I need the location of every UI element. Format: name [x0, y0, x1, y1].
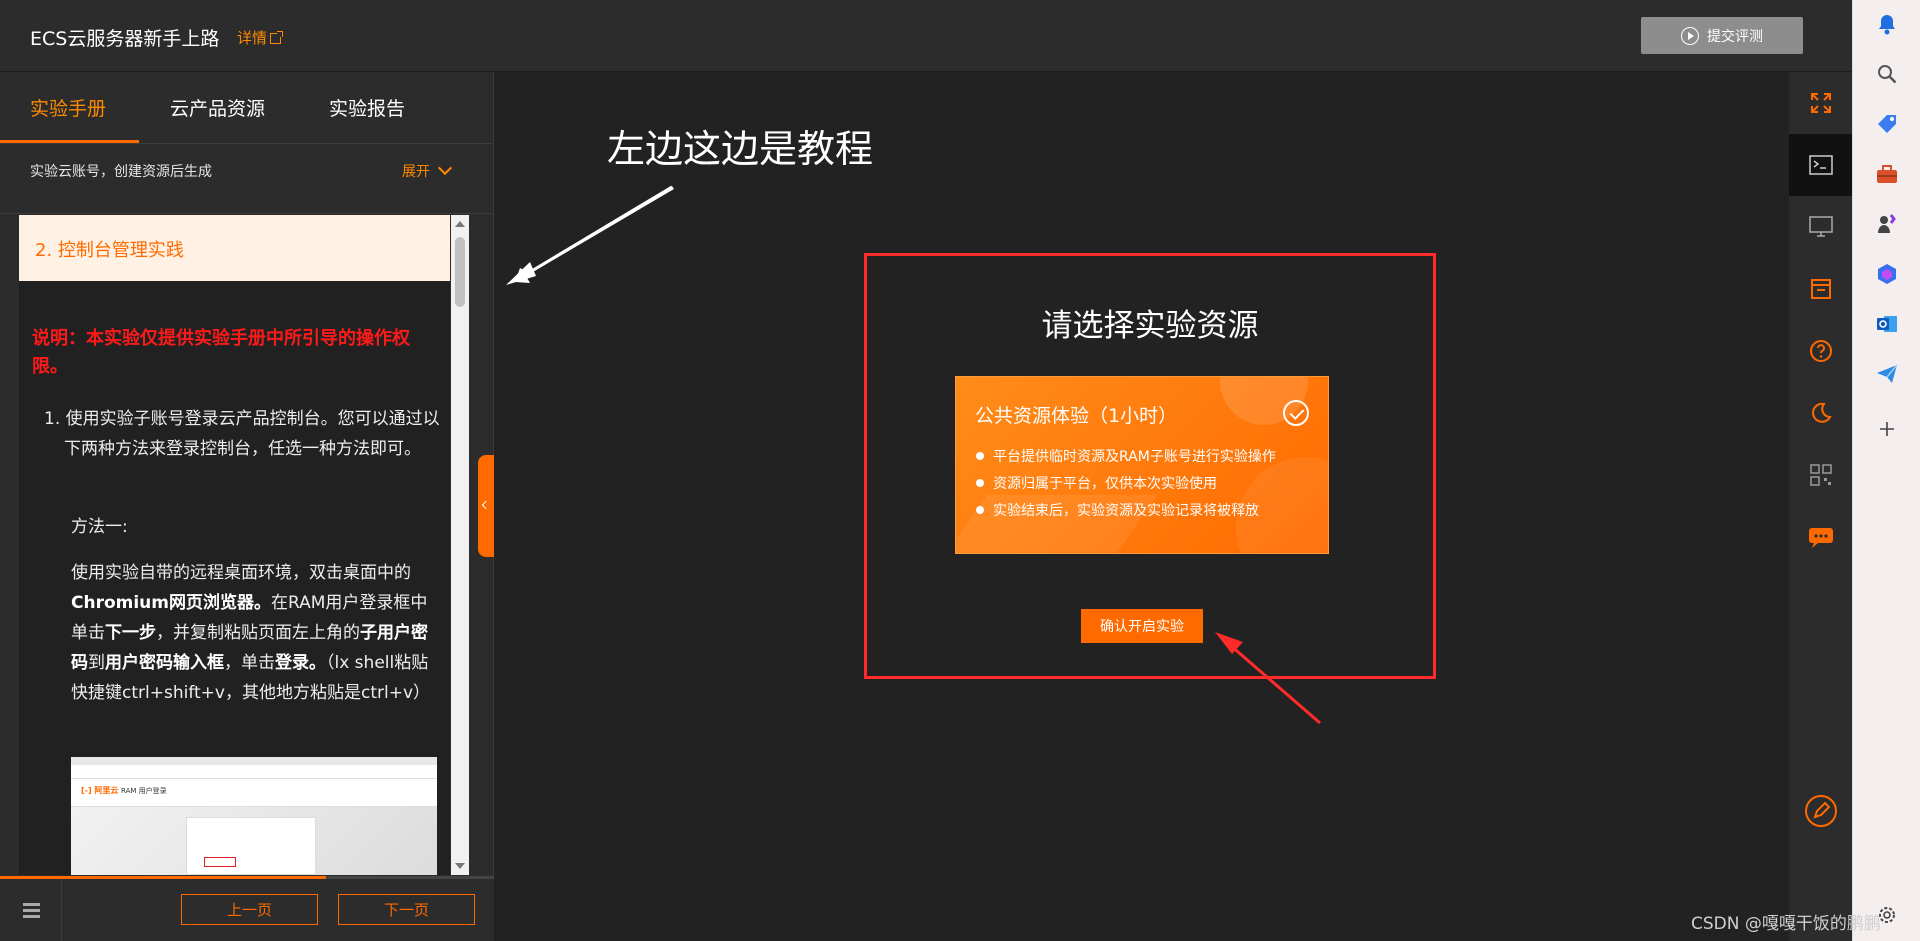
- chat-icon[interactable]: [1789, 506, 1852, 568]
- send-icon[interactable]: [1875, 362, 1899, 386]
- method-label: 方法一:: [71, 517, 128, 537]
- expand-label: 展开: [402, 164, 430, 180]
- terminal-icon[interactable]: [1789, 134, 1852, 196]
- external-link-icon: [270, 31, 284, 44]
- tab-cloud-resources[interactable]: 云产品资源: [170, 94, 265, 121]
- step-1-text: 1. 使用实验子账号登录云产品控制台。您可以通过以下两种方法来登录控制台，任选一…: [44, 409, 440, 459]
- method-1-text: 使用实验自带的远程桌面环境，双击桌面中的Chromium网页浏览器。在RAM用户…: [71, 563, 431, 703]
- plus-icon[interactable]: [1875, 417, 1899, 441]
- search-icon[interactable]: [1875, 62, 1899, 86]
- tab-manual[interactable]: 实验手册: [30, 94, 106, 121]
- resource-bullet: 实验结束后，实验资源及实验记录将被释放: [976, 500, 1259, 520]
- prev-page-button[interactable]: 上一页: [181, 894, 318, 925]
- login-screenshot-image[interactable]: [-] 阿里云 RAM 用户登录: [71, 757, 437, 875]
- resource-choice-title: 请选择实验资源: [1041, 308, 1259, 344]
- resource-card-title: 公共资源体验（1小时）: [975, 405, 1178, 427]
- bell-icon[interactable]: [1875, 12, 1899, 36]
- copilot-icon[interactable]: [1875, 262, 1899, 286]
- fullscreen-icon[interactable]: [1789, 72, 1852, 134]
- section-title: 2. 控制台管理实践: [35, 240, 184, 261]
- submit-label: 提交评测: [1707, 28, 1763, 45]
- monitor-icon[interactable]: [1789, 196, 1852, 258]
- submit-evaluation-button[interactable]: 提交评测: [1641, 17, 1803, 54]
- scroll-thumb[interactable]: [455, 237, 465, 307]
- catalog-icon[interactable]: [0, 879, 62, 941]
- public-resource-card[interactable]: 公共资源体验（1小时） 平台提供临时资源及RAM子账号进行实验操作 资源归属于平…: [955, 376, 1329, 554]
- active-tab-indicator: [0, 140, 139, 143]
- confirm-start-button[interactable]: 确认开启实验: [1081, 609, 1203, 643]
- scroll-down-icon[interactable]: [455, 863, 465, 869]
- scroll-up-icon[interactable]: [455, 221, 465, 227]
- resource-bullet: 资源归属于平台，仅供本次实验使用: [976, 473, 1217, 493]
- details-link[interactable]: 详情: [237, 27, 284, 48]
- thumb-heading: RAM 用户登录: [121, 787, 167, 795]
- qrcode-icon[interactable]: [1789, 444, 1852, 506]
- details-label: 详情: [237, 29, 268, 47]
- collapse-panel-handle[interactable]: [478, 455, 494, 557]
- play-icon: [1681, 26, 1699, 45]
- top-bar: ECS云服务器新手上路 详情 提交评测: [0, 0, 1852, 72]
- chevron-down-icon: [437, 160, 453, 176]
- annotation-text: 左边这边是教程: [607, 127, 874, 171]
- manual-scrollbar[interactable]: [451, 215, 469, 875]
- tag-icon[interactable]: [1875, 112, 1899, 136]
- archive-icon[interactable]: [1789, 258, 1852, 320]
- check-circle-icon: [1283, 400, 1309, 426]
- help-icon[interactable]: [1789, 320, 1852, 382]
- moon-icon[interactable]: [1789, 382, 1852, 444]
- outlook-icon[interactable]: [1875, 312, 1899, 336]
- resource-bullet: 平台提供临时资源及RAM子账号进行实验操作: [976, 446, 1276, 466]
- panel-tabs: 实验手册 云产品资源 实验报告: [0, 72, 494, 144]
- thumb-logo: [-] 阿里云: [81, 786, 119, 795]
- toolbox-icon[interactable]: [1875, 162, 1899, 186]
- manual-content[interactable]: 2. 控制台管理实践 说明：本实验仅提供实验手册中所引导的操作权限。 1. 使用…: [19, 215, 450, 875]
- expand-button[interactable]: 展开: [402, 160, 453, 181]
- tool-column: [1789, 72, 1852, 941]
- section-header: 2. 控制台管理实践: [19, 215, 450, 281]
- permission-notice: 说明：本实验仅提供实验手册中所引导的操作权限。: [32, 328, 410, 377]
- account-info: 实验云账号，创建资源后生成: [30, 164, 212, 180]
- next-page-button[interactable]: 下一页: [338, 894, 475, 925]
- edit-icon[interactable]: [1789, 780, 1852, 842]
- tab-report[interactable]: 实验报告: [329, 94, 405, 121]
- games-icon[interactable]: [1875, 212, 1899, 236]
- page-title: ECS云服务器新手上路: [30, 28, 220, 50]
- browser-sidebar: [1852, 0, 1920, 941]
- watermark: CSDN @嘎嘎干饭的鹏鹏: [1691, 914, 1881, 934]
